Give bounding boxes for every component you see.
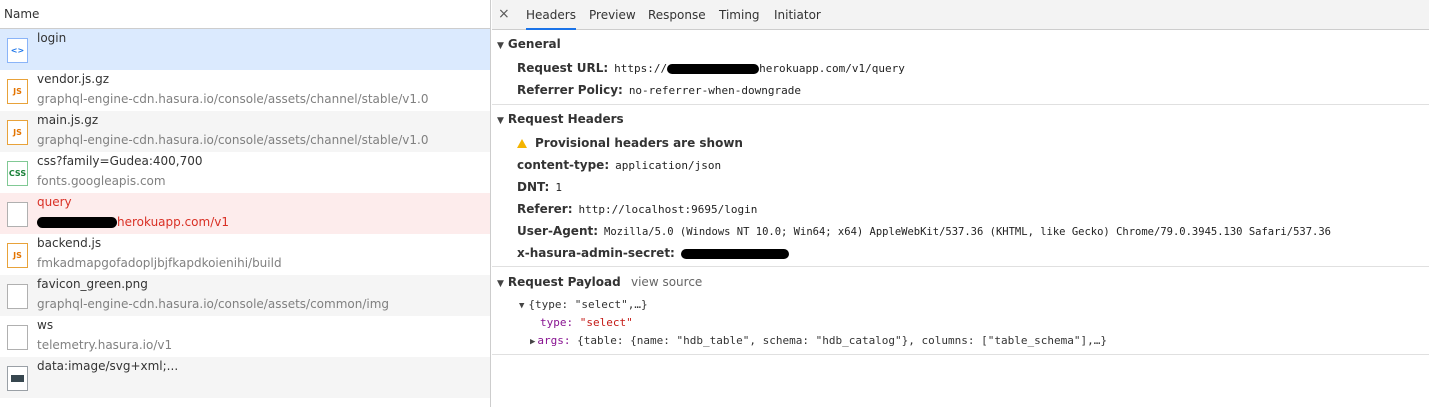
request-name: ws xyxy=(37,318,54,332)
blank-file-icon xyxy=(7,284,28,309)
referrer-policy-row: Referrer Policy: no-referrer-when-downgra… xyxy=(517,83,801,97)
request-name: css?family=Gudea:400,700 xyxy=(37,154,203,168)
redacted-block xyxy=(667,63,760,74)
request-path: telemetry.hasura.io/v1 xyxy=(37,338,173,352)
request-path: herokuapp.com/v1 xyxy=(37,215,229,229)
content-type-row: content-type: application/json xyxy=(517,158,721,172)
tab-timing[interactable]: Timing xyxy=(719,8,760,22)
header-value: no-referrer-when-downgrade xyxy=(628,84,801,97)
header-key: content-type: xyxy=(517,158,610,172)
detail-tabs: × Headers Preview Response Timing Initia… xyxy=(492,0,1429,30)
document-icon: <> xyxy=(7,38,28,63)
payload-root-text: {type: "select",…} xyxy=(528,298,648,311)
request-row-backend[interactable]: JS backend.js fmkadmapgofadopljbjfkapdko… xyxy=(0,234,490,275)
request-row-query[interactable]: query herokuapp.com/v1 xyxy=(0,193,490,234)
triangle-down-icon: ▼ xyxy=(497,279,504,289)
view-source-link[interactable]: view source xyxy=(631,275,702,289)
blank-file-icon xyxy=(7,325,28,350)
request-path: fonts.googleapis.com xyxy=(37,174,166,188)
header-value: http://localhost:9695/login xyxy=(578,203,758,216)
header-value: https:// xyxy=(614,62,668,75)
header-key: User-Agent: xyxy=(517,224,599,238)
request-path: graphql-engine-cdn.hasura.io/console/ass… xyxy=(37,297,390,311)
payload-type-row: type: "select" xyxy=(540,316,633,329)
script-icon: JS xyxy=(7,120,28,145)
triangle-down-icon: ▼ xyxy=(497,41,504,51)
request-path: fmkadmapgofadopljbjfkapdkoienihi/build xyxy=(37,256,282,270)
triangle-down-icon: ▼ xyxy=(497,116,504,126)
request-path: graphql-engine-cdn.hasura.io/console/ass… xyxy=(37,92,429,106)
section-title: General xyxy=(507,37,561,51)
request-name: login xyxy=(37,31,67,45)
request-headers-section: ▼ Request Headers Provisional headers are… xyxy=(492,105,1429,267)
triangle-down-icon: ▼ xyxy=(519,301,525,311)
request-payload-section: ▼ Request Payload view source ▼ {type: "se… xyxy=(492,267,1429,355)
payload-root[interactable]: ▼ {type: "select",…} xyxy=(519,298,648,311)
request-row-main[interactable]: JS main.js.gz graphql-engine-cdn.hasura.… xyxy=(0,111,490,152)
request-payload-toggle[interactable]: ▼ Request Payload xyxy=(497,275,621,289)
section-title: Request Payload xyxy=(507,275,621,289)
request-name: data:image/svg+xml;... xyxy=(37,359,179,373)
request-row-vendor[interactable]: JS vendor.js.gz graphql-engine-cdn.hasur… xyxy=(0,70,490,111)
script-icon: JS xyxy=(7,243,28,268)
json-value: {table: {name: "hdb_table", schema: "hdb… xyxy=(577,334,1107,347)
header-value: herokuapp.com/v1/query xyxy=(759,62,905,75)
image-thumbnail-icon xyxy=(11,375,24,382)
request-row-ws[interactable]: ws telemetry.hasura.io/v1 xyxy=(0,316,490,357)
admin-secret-row: x-hasura-admin-secret: xyxy=(517,246,789,260)
request-list-panel: Name <> login JS vendor.js.gz graphql-en… xyxy=(0,0,491,407)
section-title: Request Headers xyxy=(507,112,624,126)
request-name: favicon_green.png xyxy=(37,277,148,291)
tab-headers[interactable]: Headers xyxy=(526,8,576,30)
request-name: vendor.js.gz xyxy=(37,72,110,86)
json-value: "select" xyxy=(579,316,633,329)
redacted-block xyxy=(680,248,789,259)
redacted-block xyxy=(37,217,117,228)
triangle-right-icon: ▶ xyxy=(530,337,536,347)
provisional-warning: Provisional headers are shown xyxy=(517,136,749,150)
user-agent-row: User-Agent: Mozilla/5.0 (Windows NT 10.0;… xyxy=(517,224,1331,238)
stylesheet-icon: CSS xyxy=(7,161,28,186)
json-key: args: xyxy=(537,334,571,347)
request-path: graphql-engine-cdn.hasura.io/console/ass… xyxy=(37,133,429,147)
tab-initiator[interactable]: Initiator xyxy=(774,8,821,22)
request-name: query xyxy=(37,195,72,209)
close-icon[interactable]: × xyxy=(498,6,510,22)
warning-text: Provisional headers are shown xyxy=(535,136,743,150)
header-value: application/json xyxy=(615,159,722,172)
dnt-row: DNT: 1 xyxy=(517,180,562,194)
request-url-row: Request URL: https:// herokuapp.com/v1/que… xyxy=(517,61,905,75)
request-row-login[interactable]: <> login xyxy=(0,29,490,70)
tab-preview[interactable]: Preview xyxy=(589,8,636,22)
header-key: DNT: xyxy=(517,180,550,194)
script-icon: JS xyxy=(7,79,28,104)
general-section: ▼ General Request URL: https:// herokuapp.c… xyxy=(492,30,1429,105)
image-icon xyxy=(7,366,28,391)
request-row-css[interactable]: CSS css?family=Gudea:400,700 fonts.googl… xyxy=(0,152,490,193)
payload-args-row[interactable]: ▶ args: {table: {name: "hdb_table", schem… xyxy=(530,334,1107,347)
request-name: backend.js xyxy=(37,236,102,250)
request-row-data-svg[interactable]: data:image/svg+xml;... xyxy=(0,357,490,398)
json-key: type: xyxy=(540,316,574,329)
general-section-toggle[interactable]: ▼ General xyxy=(497,37,561,51)
request-detail-panel: × Headers Preview Response Timing Initia… xyxy=(492,0,1429,407)
request-headers-toggle[interactable]: ▼ Request Headers xyxy=(497,112,624,126)
request-row-favicon[interactable]: favicon_green.png graphql-engine-cdn.has… xyxy=(0,275,490,316)
header-value: Mozilla/5.0 (Windows NT 10.0; Win64; x64… xyxy=(604,226,1332,238)
header-key: Referer: xyxy=(517,202,573,216)
header-value: 1 xyxy=(555,181,562,194)
warning-icon xyxy=(517,139,527,148)
referer-row: Referer: http://localhost:9695/login xyxy=(517,202,757,216)
request-name: main.js.gz xyxy=(37,113,99,127)
header-key: Referrer Policy: xyxy=(517,83,623,97)
name-column-header[interactable]: Name xyxy=(0,0,490,29)
header-key: Request URL: xyxy=(517,61,609,75)
blank-file-icon xyxy=(7,202,28,227)
header-key: x-hasura-admin-secret: xyxy=(517,246,675,260)
tab-response[interactable]: Response xyxy=(648,8,706,22)
